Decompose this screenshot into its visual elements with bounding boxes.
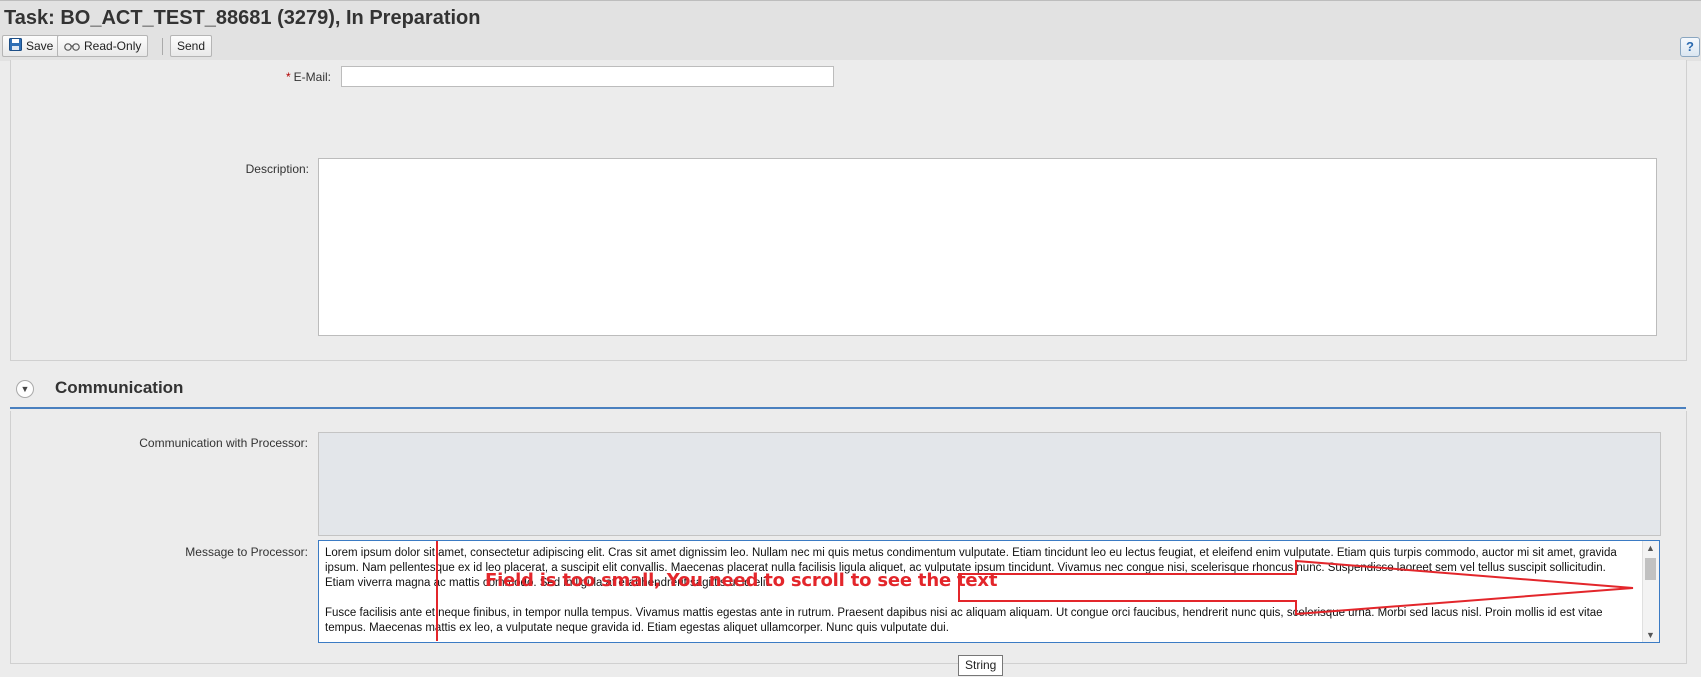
page-title: Task: BO_ACT_TEST_88681 (3279), In Prepa… [4,7,481,29]
communication-section-header: ▼ Communication [10,373,1686,409]
save-icon [9,37,22,57]
message-paragraph: Fusce facilisis ante et neque finibus, i… [325,607,1603,634]
help-icon[interactable]: ? [1680,37,1700,57]
message-to-processor-label: Message to Processor: [185,545,308,559]
message-text: Lorem ipsum dolor sit amet, consectetur … [325,546,1631,642]
communication-with-processor-field [318,432,1661,536]
scroll-up-icon[interactable]: ▲ [1643,541,1658,555]
send-button[interactable]: Send [170,35,213,57]
email-label-text: E-Mail: [293,70,331,84]
communication-with-processor-label: Communication with Processor: [139,436,308,450]
communication-title: Communication [55,378,184,397]
message-to-processor-textarea[interactable]: Lorem ipsum dolor sit amet, consectetur … [318,540,1660,643]
save-label: Save [26,39,54,53]
section-divider [10,407,1686,409]
read-only-label: Read-Only [84,39,142,53]
annotation-label: Field is too small, You need to scroll t… [485,570,998,591]
textarea-scrollbar[interactable]: ▲ ▼ [1642,541,1659,642]
collapse-icon[interactable]: ▼ [16,380,34,398]
title-bar: Task: BO_ACT_TEST_88681 (3279), In Prepa… [0,0,1701,61]
email-field[interactable] [341,66,834,87]
scrollbar-thumb[interactable] [1645,558,1656,580]
glasses-icon [64,37,80,57]
scroll-down-icon[interactable]: ▼ [1643,628,1658,642]
description-field[interactable] [318,158,1657,336]
send-label: Send [177,39,206,53]
read-only-button[interactable]: Read-Only [57,35,149,57]
required-marker: * [285,70,291,84]
toolbar-separator [162,38,163,55]
save-button[interactable]: Save [2,35,61,57]
email-label: * E-Mail: [200,70,331,84]
description-label: Description: [245,162,309,176]
field-type-tooltip: String [958,655,1004,676]
